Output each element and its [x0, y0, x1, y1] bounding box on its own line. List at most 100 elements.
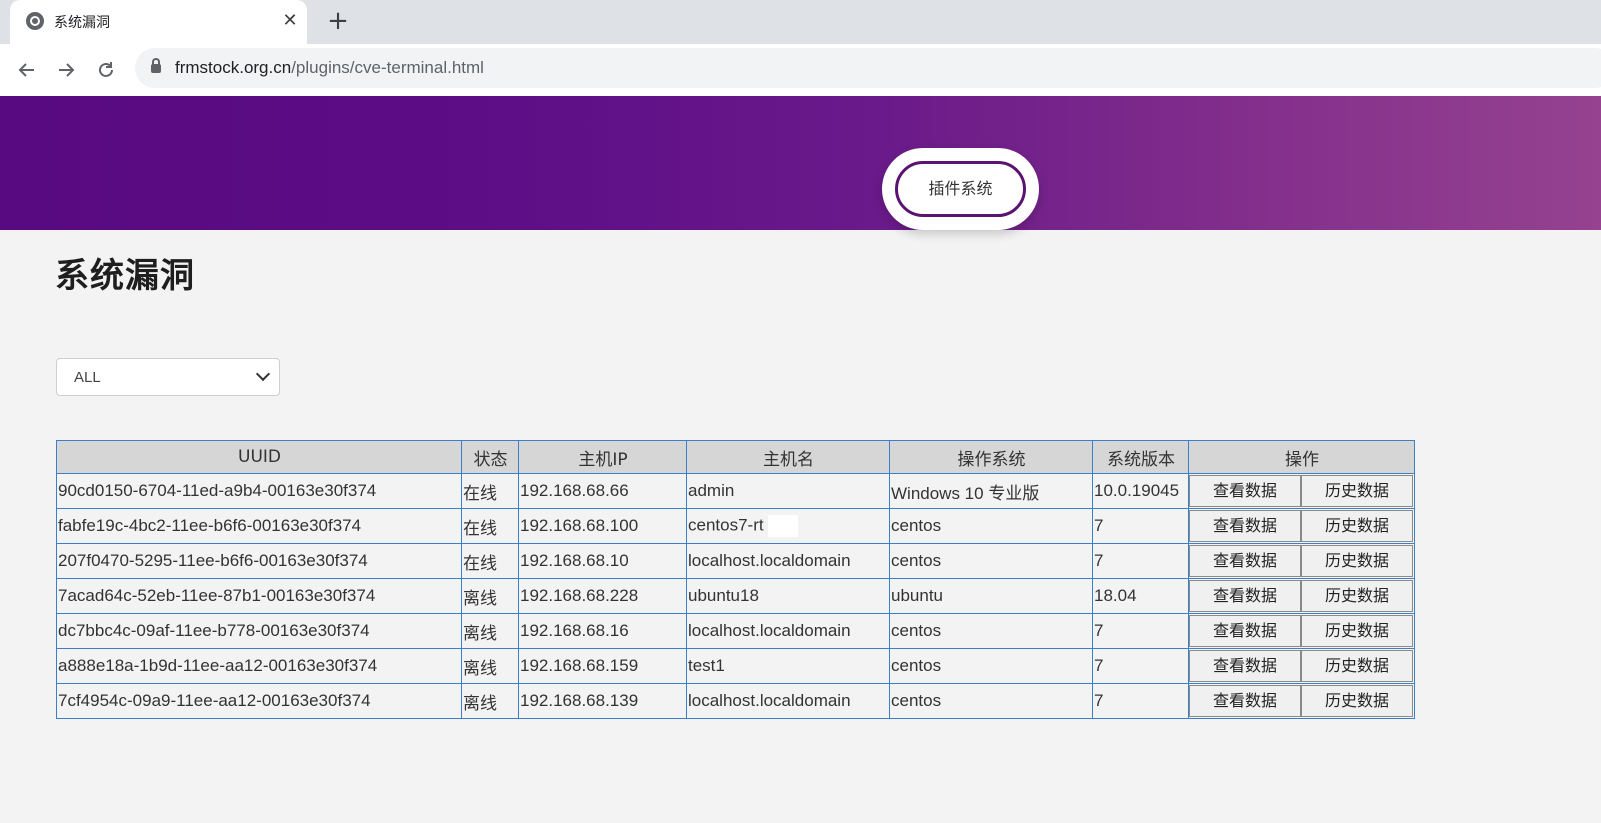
status-filter-select[interactable]: ALL — [56, 358, 280, 396]
cell-ip: 192.168.68.10 — [518, 543, 687, 579]
view-data-button[interactable]: 查看数据 — [1189, 685, 1301, 717]
cell-ip: 192.168.68.228 — [518, 578, 687, 614]
forward-button[interactable] — [50, 54, 82, 86]
table-row: 7cf4954c-09a9-11ee-aa12-00163e30f374 离线 … — [56, 683, 1415, 719]
plugin-system-button[interactable]: 插件系统 — [895, 161, 1026, 217]
lock-icon — [151, 58, 161, 73]
header-hostname: 主机名 — [686, 440, 890, 474]
cell-status: 离线 — [461, 683, 519, 719]
cell-hostname: localhost.localdomain — [686, 543, 890, 579]
cell-actions: 查看数据 历史数据 — [1188, 578, 1415, 614]
cell-uuid: fabfe19c-4bc2-11ee-b6f6-00163e30f374 — [56, 508, 462, 544]
history-data-button[interactable]: 历史数据 — [1301, 650, 1413, 682]
history-data-button[interactable]: 历史数据 — [1301, 580, 1413, 612]
close-icon[interactable]: ✕ — [278, 9, 302, 33]
cell-version: 7 — [1092, 508, 1189, 544]
table-row: 7acad64c-52eb-11ee-87b1-00163e30f374 离线 … — [56, 578, 1415, 614]
cell-status: 在线 — [461, 543, 519, 579]
cell-ip: 192.168.68.100 — [518, 508, 687, 544]
view-data-button[interactable]: 查看数据 — [1189, 580, 1301, 612]
cell-uuid: 7cf4954c-09a9-11ee-aa12-00163e30f374 — [56, 683, 462, 719]
new-tab-button[interactable]: + — [323, 7, 353, 37]
cell-version: 7 — [1092, 543, 1189, 579]
chevron-down-icon — [255, 366, 271, 382]
cell-hostname: admin — [686, 473, 890, 509]
view-data-button[interactable]: 查看数据 — [1189, 475, 1301, 507]
history-data-button[interactable]: 历史数据 — [1301, 615, 1413, 647]
cell-status: 离线 — [461, 648, 519, 684]
cell-version: 10.0.19045 — [1092, 473, 1189, 509]
cell-version: 7 — [1092, 613, 1189, 649]
cell-actions: 查看数据 历史数据 — [1188, 473, 1415, 509]
cell-status: 离线 — [461, 578, 519, 614]
cell-os: ubuntu — [889, 578, 1093, 614]
cell-hostname: test1 — [686, 648, 890, 684]
filter-selected-value: ALL — [74, 369, 101, 386]
cell-ip: 192.168.68.139 — [518, 683, 687, 719]
globe-icon — [26, 12, 44, 30]
table-row: dc7bbc4c-09af-11ee-b778-00163e30f374 离线 … — [56, 613, 1415, 649]
history-data-button[interactable]: 历史数据 — [1301, 545, 1413, 577]
page-title: 系统漏洞 — [55, 256, 195, 296]
history-data-button[interactable]: 历史数据 — [1301, 510, 1413, 542]
table-header-row: UUID 状态 主机IP 主机名 操作系统 系统版本 操作 — [56, 440, 1415, 474]
header-uuid: UUID — [56, 440, 462, 474]
url-host: frmstock.org.cn — [175, 58, 292, 77]
history-data-button[interactable]: 历史数据 — [1301, 685, 1413, 717]
cell-actions: 查看数据 历史数据 — [1188, 508, 1415, 544]
view-data-button[interactable]: 查看数据 — [1189, 650, 1301, 682]
back-button[interactable] — [11, 54, 43, 86]
header-version: 系统版本 — [1092, 440, 1189, 474]
header-os: 操作系统 — [889, 440, 1093, 474]
header-actions: 操作 — [1188, 440, 1415, 474]
cell-status: 在线 — [461, 508, 519, 544]
cell-os: centos — [889, 613, 1093, 649]
cell-uuid: 7acad64c-52eb-11ee-87b1-00163e30f374 — [56, 578, 462, 614]
cell-os: Windows 10 专业版 — [889, 473, 1093, 509]
history-data-button[interactable]: 历史数据 — [1301, 475, 1413, 507]
cell-hostname: ubuntu18 — [686, 578, 890, 614]
cell-hostname: localhost.localdomain — [686, 683, 890, 719]
cell-uuid: 90cd0150-6704-11ed-a9b4-00163e30f374 — [56, 473, 462, 509]
cell-hostname-wrap: centos7-rt — [686, 508, 890, 544]
cell-os: centos — [889, 683, 1093, 719]
address-bar[interactable]: frmstock.org.cn/plugins/cve-terminal.htm… — [135, 48, 1601, 88]
url-path: /plugins/cve-terminal.html — [291, 58, 484, 77]
cell-actions: 查看数据 历史数据 — [1188, 613, 1415, 649]
cell-os: centos — [889, 508, 1093, 544]
view-data-button[interactable]: 查看数据 — [1189, 510, 1301, 542]
view-data-button[interactable]: 查看数据 — [1189, 545, 1301, 577]
cell-status: 在线 — [461, 473, 519, 509]
cell-status: 离线 — [461, 613, 519, 649]
cell-uuid: dc7bbc4c-09af-11ee-b778-00163e30f374 — [56, 613, 462, 649]
cell-os: centos — [889, 648, 1093, 684]
view-data-button[interactable]: 查看数据 — [1189, 615, 1301, 647]
url-text: frmstock.org.cn/plugins/cve-terminal.htm… — [175, 58, 484, 78]
terminal-table: UUID 状态 主机IP 主机名 操作系统 系统版本 操作 90cd0150-6… — [56, 440, 1415, 719]
header-host-ip: 主机IP — [518, 440, 687, 474]
cell-hostname: localhost.localdomain — [686, 613, 890, 649]
cell-ip: 192.168.68.16 — [518, 613, 687, 649]
cell-actions: 查看数据 历史数据 — [1188, 648, 1415, 684]
header-status: 状态 — [461, 440, 519, 474]
table-row: fabfe19c-4bc2-11ee-b6f6-00163e30f374 在线 … — [56, 508, 1415, 544]
cell-hostname: centos7-rt — [688, 515, 764, 535]
cell-uuid: a888e18a-1b9d-11ee-aa12-00163e30f374 — [56, 648, 462, 684]
browser-tab-strip: 系统漏洞 ✕ + — [0, 0, 1601, 44]
cell-version: 18.04 — [1092, 578, 1189, 614]
cell-version: 7 — [1092, 648, 1189, 684]
cell-actions: 查看数据 历史数据 — [1188, 683, 1415, 719]
reload-button[interactable] — [90, 54, 122, 86]
cell-ip: 192.168.68.159 — [518, 648, 687, 684]
browser-toolbar: frmstock.org.cn/plugins/cve-terminal.htm… — [0, 44, 1601, 96]
cell-version: 7 — [1092, 683, 1189, 719]
tab-title: 系统漏洞 — [54, 15, 110, 31]
table-row: 90cd0150-6704-11ed-a9b4-00163e30f374 在线 … — [56, 473, 1415, 509]
arrow-left-icon — [18, 63, 34, 77]
table-row: a888e18a-1b9d-11ee-aa12-00163e30f374 离线 … — [56, 648, 1415, 684]
browser-tab[interactable]: 系统漏洞 ✕ — [10, 0, 307, 44]
arrow-right-icon — [59, 63, 75, 77]
cell-os: centos — [889, 543, 1093, 579]
reload-icon — [99, 62, 113, 77]
cell-ip: 192.168.68.66 — [518, 473, 687, 509]
